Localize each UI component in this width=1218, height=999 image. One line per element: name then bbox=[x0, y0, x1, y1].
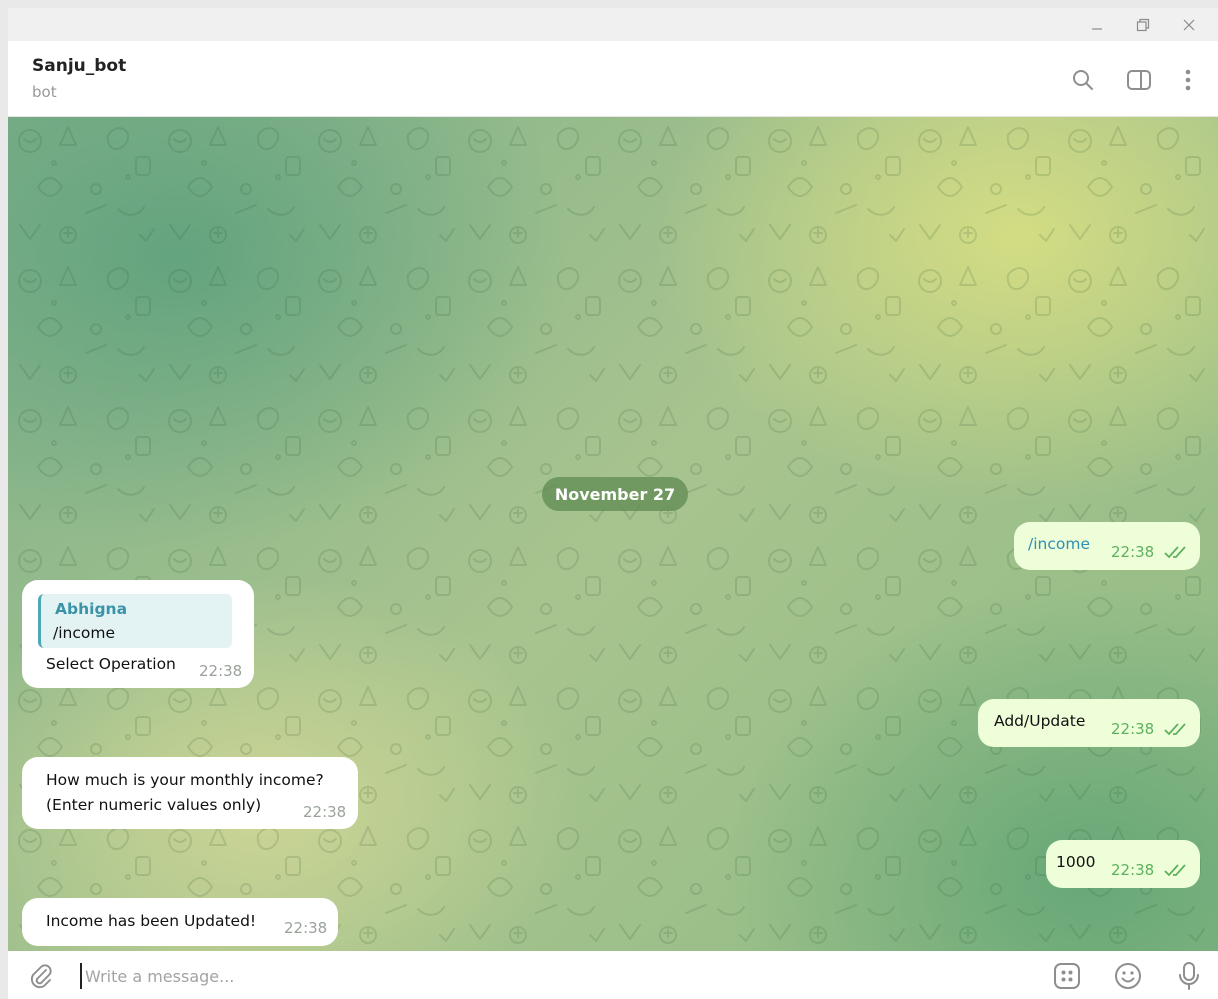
message-list[interactable]: November 27 /income 22:38 Abhigna /incom… bbox=[8, 117, 1218, 951]
message-text-line-1: How much is your monthly income? bbox=[46, 771, 324, 789]
bot-commands-icon[interactable] bbox=[1048, 957, 1086, 995]
message-time: 22:38 bbox=[1111, 720, 1155, 738]
message-text: Income has been Updated! bbox=[46, 912, 257, 930]
message-time: 22:38 bbox=[284, 919, 328, 937]
chat-header[interactable]: Sanju_bot bot bbox=[8, 41, 1218, 117]
message-incoming[interactable]: Abhigna /income Select Operation 22:38 bbox=[22, 580, 254, 688]
search-icon[interactable] bbox=[1066, 63, 1100, 97]
message-input[interactable] bbox=[80, 963, 980, 989]
sidebar-toggle-icon[interactable] bbox=[1122, 63, 1156, 97]
chat-status: bot bbox=[32, 83, 57, 101]
message-incoming[interactable]: How much is your monthly income? (Enter … bbox=[22, 757, 358, 829]
message-incoming[interactable]: Income has been Updated! 22:38 bbox=[22, 898, 338, 946]
close-icon[interactable] bbox=[1166, 8, 1212, 41]
read-checks-icon bbox=[1164, 864, 1186, 877]
message-text: Select Operation bbox=[46, 655, 176, 673]
reply-text: /income bbox=[53, 624, 115, 642]
reply-author: Abhigna bbox=[55, 600, 128, 618]
message-outgoing[interactable]: /income 22:38 bbox=[1014, 522, 1200, 570]
message-time: 22:38 bbox=[303, 803, 347, 821]
restore-icon[interactable] bbox=[1120, 8, 1166, 41]
message-text-line-2: (Enter numeric values only) bbox=[46, 796, 262, 814]
minimize-icon[interactable] bbox=[1074, 8, 1120, 41]
message-text: Add/Update bbox=[994, 712, 1086, 730]
message-text: 1000 bbox=[1056, 853, 1096, 871]
message-text[interactable]: /income bbox=[1028, 535, 1090, 553]
date-separator: November 27 bbox=[542, 477, 688, 511]
message-outgoing[interactable]: Add/Update 22:38 bbox=[978, 699, 1200, 747]
title-bar bbox=[8, 8, 1218, 41]
emoji-icon[interactable] bbox=[1109, 957, 1147, 995]
read-checks-icon bbox=[1164, 546, 1186, 559]
chat-title[interactable]: Sanju_bot bbox=[32, 56, 126, 76]
message-time: 22:38 bbox=[1111, 861, 1155, 879]
message-outgoing[interactable]: 1000 22:38 bbox=[1046, 840, 1200, 888]
message-time: 22:38 bbox=[199, 662, 243, 680]
reply-quote[interactable]: Abhigna /income bbox=[38, 594, 232, 648]
attach-icon[interactable] bbox=[22, 957, 60, 995]
message-time: 22:38 bbox=[1111, 543, 1155, 561]
telegram-window: Sanju_bot bot November 27 /income 22:38 … bbox=[8, 8, 1218, 999]
microphone-icon[interactable] bbox=[1170, 957, 1208, 995]
more-vert-icon[interactable] bbox=[1171, 63, 1205, 97]
message-composer bbox=[8, 951, 1218, 999]
read-checks-icon bbox=[1164, 723, 1186, 736]
